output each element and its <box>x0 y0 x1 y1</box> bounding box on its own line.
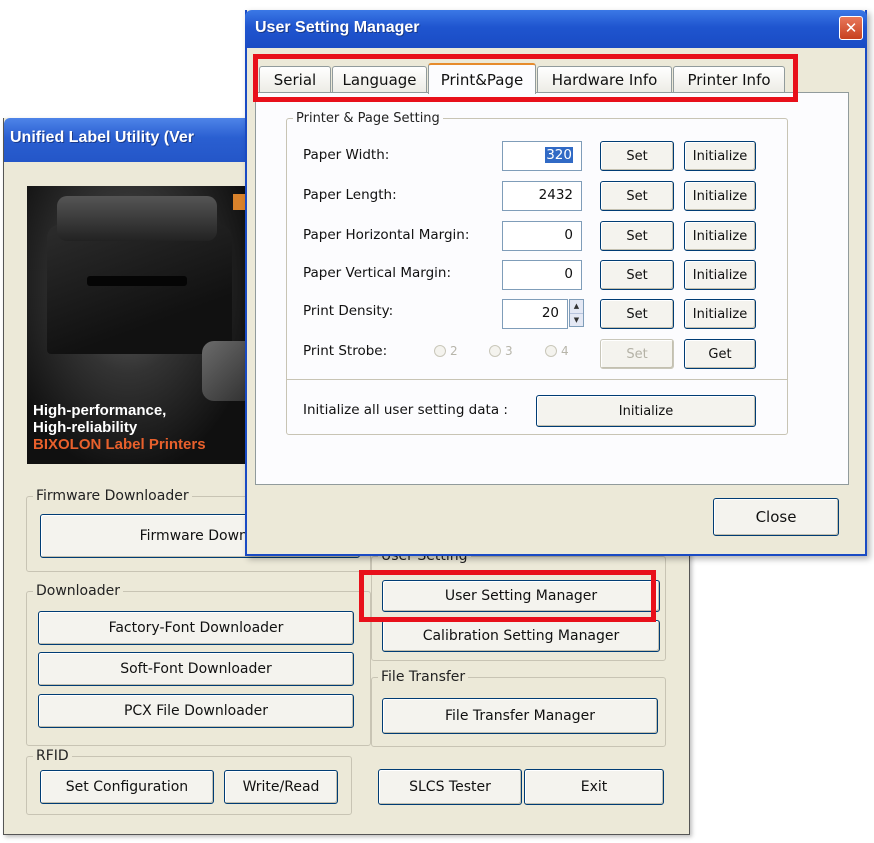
section-divider <box>287 379 787 380</box>
radio-icon <box>434 345 446 357</box>
close-button[interactable]: Close <box>713 498 839 536</box>
back-window-title: Unified Label Utility (Ver <box>10 129 195 146</box>
paper-length-initialize-button[interactable]: Initialize <box>684 181 756 211</box>
printer-top-shape <box>57 196 217 241</box>
banner-line-2: High-reliability <box>33 419 138 436</box>
tab-hardware-info[interactable]: Hardware Info <box>537 66 672 93</box>
exit-button[interactable]: Exit <box>524 769 664 805</box>
rfid-legend: RFID <box>36 748 69 764</box>
slcs-tester-button[interactable]: SLCS Tester <box>378 769 522 805</box>
pcx-file-downloader-button[interactable]: PCX File Downloader <box>38 694 354 728</box>
print-density-set-button[interactable]: Set <box>600 299 674 329</box>
calibration-setting-manager-button[interactable]: Calibration Setting Manager <box>382 620 660 652</box>
print-density-initialize-button[interactable]: Initialize <box>684 299 756 329</box>
paper-width-initialize-button[interactable]: Initialize <box>684 141 756 171</box>
set-configuration-button[interactable]: Set Configuration <box>40 770 214 804</box>
banner-line-3: BIXOLON Label Printers <box>33 436 206 453</box>
user-setting-manager-button[interactable]: User Setting Manager <box>382 580 660 612</box>
user-setting-manager-window: User Setting Manager ✕ Serial Language P… <box>245 10 867 556</box>
paper-horizontal-margin-set-button[interactable]: Set <box>600 221 674 251</box>
radio-icon <box>489 345 501 357</box>
tab-serial[interactable]: Serial <box>259 66 331 93</box>
printer-page-setting-legend: Printer & Page Setting <box>296 111 440 126</box>
banner-line-1: High-performance, <box>33 402 167 419</box>
file-transfer-legend: File Transfer <box>381 669 466 685</box>
paper-horizontal-margin-label: Paper Horizontal Margin: <box>303 227 470 243</box>
print-density-spinner[interactable]: ▲ ▼ <box>569 299 584 327</box>
front-window-title: User Setting Manager <box>255 19 420 36</box>
print-strobe-label: Print Strobe: <box>303 343 388 359</box>
strobe-radio-2[interactable]: 2 <box>434 344 458 358</box>
initialize-all-button[interactable]: Initialize <box>536 395 756 427</box>
paper-vertical-margin-input[interactable]: 0 <box>502 260 582 290</box>
file-transfer-manager-button[interactable]: File Transfer Manager <box>382 698 658 734</box>
printer-banner-image: High-performance, High-reliability BIXOL… <box>27 186 252 464</box>
paper-vertical-margin-initialize-button[interactable]: Initialize <box>684 260 756 290</box>
printer-slot-shape <box>87 276 187 286</box>
paper-length-input[interactable]: 2432 <box>502 181 582 211</box>
paper-width-set-button[interactable]: Set <box>600 141 674 171</box>
print-strobe-set-button[interactable]: Set <box>600 339 674 369</box>
spinner-down-icon[interactable]: ▼ <box>570 314 583 327</box>
paper-width-label: Paper Width: <box>303 147 390 163</box>
firmware-downloader-legend: Firmware Downloader <box>36 488 189 504</box>
paper-width-value: 320 <box>545 147 573 163</box>
paper-length-set-button[interactable]: Set <box>600 181 674 211</box>
print-density-label: Print Density: <box>303 303 394 319</box>
initialize-all-label: Initialize all user setting data : <box>303 402 508 418</box>
strobe-radio-3[interactable]: 3 <box>489 344 513 358</box>
strobe-option-3-label: 3 <box>505 344 513 358</box>
paper-vertical-margin-set-button[interactable]: Set <box>600 260 674 290</box>
printer-illustration <box>47 224 232 354</box>
factory-font-downloader-button[interactable]: Factory-Font Downloader <box>38 611 354 645</box>
downloader-legend: Downloader <box>36 583 120 599</box>
tab-print-page[interactable]: Print&Page <box>428 63 536 94</box>
paper-width-input[interactable]: 320 <box>502 141 582 171</box>
paper-horizontal-margin-input[interactable]: 0 <box>502 221 582 251</box>
spinner-up-icon[interactable]: ▲ <box>570 300 583 314</box>
paper-length-label: Paper Length: <box>303 187 397 203</box>
write-read-button[interactable]: Write/Read <box>224 770 338 804</box>
strobe-option-2-label: 2 <box>450 344 458 358</box>
tab-language[interactable]: Language <box>332 66 427 93</box>
front-window-titlebar[interactable]: User Setting Manager ✕ <box>245 10 867 48</box>
strobe-option-4-label: 4 <box>561 344 569 358</box>
paper-horizontal-margin-initialize-button[interactable]: Initialize <box>684 221 756 251</box>
close-icon[interactable]: ✕ <box>839 16 863 40</box>
paper-vertical-margin-label: Paper Vertical Margin: <box>303 265 452 281</box>
print-strobe-get-button[interactable]: Get <box>684 339 756 369</box>
strobe-radio-4[interactable]: 4 <box>545 344 569 358</box>
radio-icon <box>545 345 557 357</box>
tab-printer-info[interactable]: Printer Info <box>673 66 785 93</box>
print-density-input[interactable]: 20 <box>502 299 568 329</box>
print-page-tab-panel: Printer & Page Setting Paper Width: 320 … <box>255 92 849 485</box>
soft-font-downloader-button[interactable]: Soft-Font Downloader <box>38 652 354 686</box>
